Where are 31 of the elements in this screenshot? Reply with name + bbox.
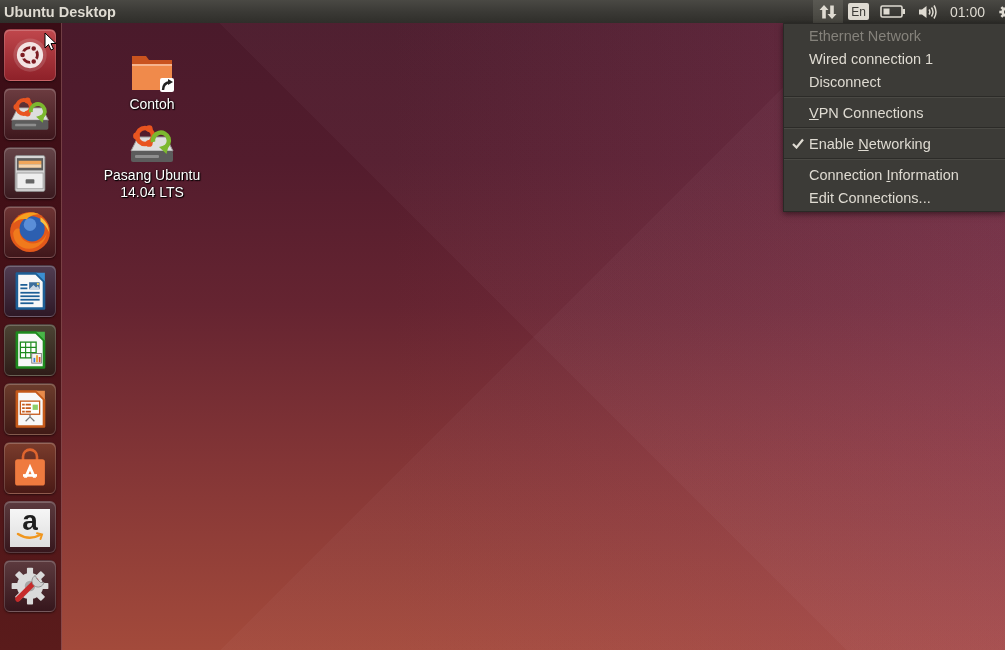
keyboard-layout-indicator[interactable]: En [848,3,869,20]
launcher-item[interactable] [4,383,56,435]
smile-arrow-icon [16,532,44,541]
menu-item[interactable]: Connection Information [784,163,1005,186]
launcher-item[interactable] [4,324,56,376]
launcher-item[interactable] [4,206,56,258]
battery-icon [879,5,906,18]
launcher-item[interactable] [4,265,56,317]
menu-item[interactable]: Wired connection 1 [784,47,1005,70]
menu-item: Ethernet Network [808,26,923,46]
launcher-item[interactable] [4,88,56,140]
gear-icon [997,3,1005,20]
launcher-item[interactable] [4,147,56,199]
menu-item[interactable]: Edit Connections... [784,186,1005,209]
desktop-shortcut[interactable]: Contoh [97,51,207,113]
launcher-item[interactable] [4,29,56,81]
launcher-item[interactable]: a [4,501,56,553]
gear-wrench-icon [9,565,51,607]
window-title: Ubuntu Desktop [3,3,117,20]
fox-globe-icon [9,211,51,253]
speaker-icon [917,3,938,20]
launcher-item[interactable] [4,560,56,612]
mouse-pointer-icon [44,32,57,51]
network-indicator[interactable] [813,0,844,23]
desktop-shortcut[interactable]: Pasang Ubuntu 14.04 LTS [97,122,207,201]
up-down-arrows-icon [819,3,838,20]
menu-item[interactable]: VPN Connections [784,101,1005,124]
menu-item[interactable]: Enable Networking [784,132,1005,155]
clock[interactable]: 01:00 [943,0,991,23]
launcher-item[interactable] [4,442,56,494]
menu-item[interactable]: Disconnect [784,70,1005,93]
